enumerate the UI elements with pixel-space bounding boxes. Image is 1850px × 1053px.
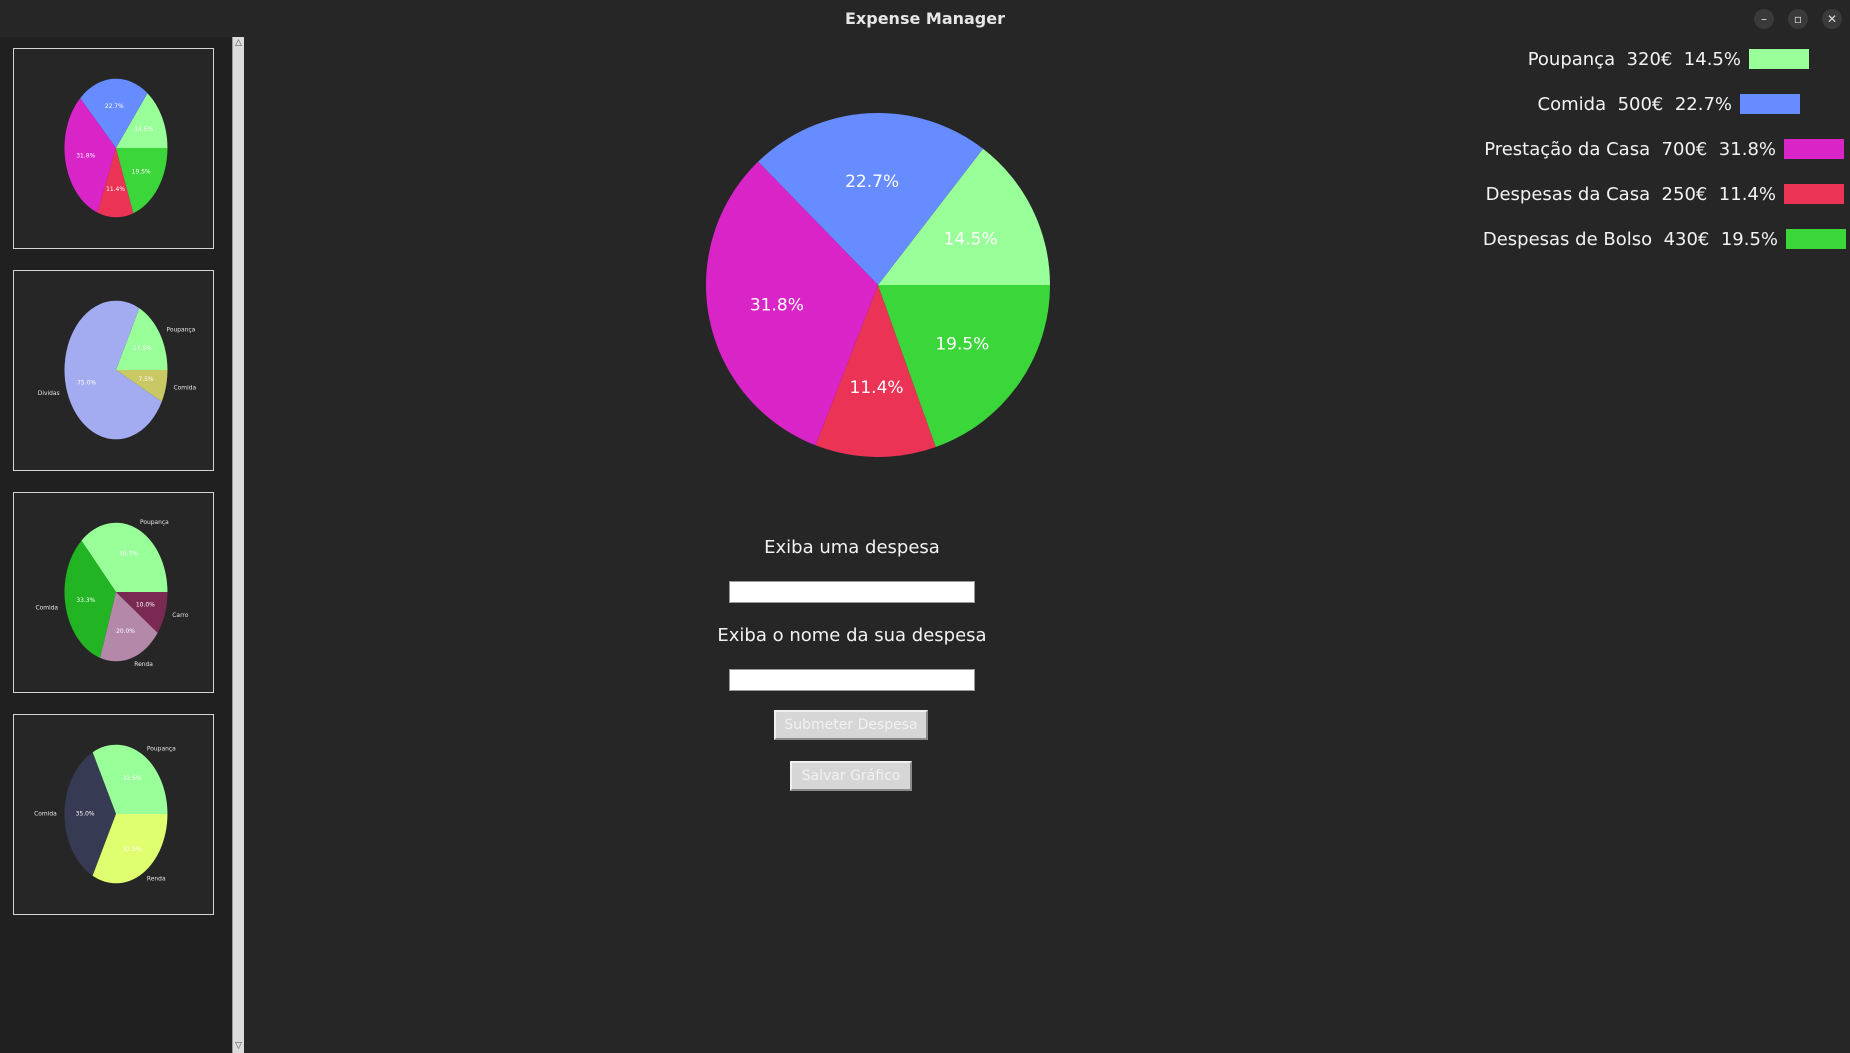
pie-category-label: Renda	[147, 876, 166, 883]
thumbnail-pie-4: 32.5% Poupança 35.0% Comida 32.5% Renda	[34, 744, 176, 884]
pie-category-label: Poupança	[147, 746, 176, 753]
amount-label: Exiba uma despesa	[764, 537, 940, 558]
pie-percent-label: 11.4%	[106, 186, 125, 193]
save-chart-button[interactable]: Salvar Gráfico	[790, 761, 912, 791]
pie-category-label: Renda	[134, 661, 153, 668]
legend-swatch	[1786, 229, 1846, 249]
legend-swatch	[1784, 184, 1844, 204]
scroll-down-arrow-icon[interactable]: ▽	[233, 1041, 244, 1052]
legend-item: Despesas de Bolso 430€ 19.5%	[1483, 228, 1846, 250]
pie-percent-label: 22.7%	[845, 172, 899, 192]
window-title: Expense Manager	[845, 9, 1005, 28]
legend-item-label: Despesas da Casa 250€ 11.4%	[1485, 183, 1776, 205]
legend-item-label: Poupança 320€ 14.5%	[1527, 48, 1741, 70]
pie-category-label: Comida	[35, 604, 58, 611]
legend-swatch	[1749, 49, 1809, 69]
name-label: Exiba o nome da sua despesa	[717, 625, 987, 646]
amount-input[interactable]	[729, 581, 975, 603]
pie-percent-label: 31.8%	[750, 295, 804, 315]
pie-category-label: Comida	[34, 811, 57, 818]
thumbnail-pie-3: 36.7% Poupança 33.3% Comida 20.0% Renda 10.0% C…	[35, 519, 188, 668]
pie-percent-label: 17.5%	[133, 345, 152, 352]
pie-percent-label: 7.5%	[138, 376, 153, 383]
pie-category-label: Comida	[174, 384, 197, 391]
pie-percent-label: 22.7%	[105, 103, 124, 110]
pie-percent-label: 33.3%	[76, 597, 95, 604]
legend-item: Despesas da Casa 250€ 11.4%	[1486, 183, 1844, 205]
thumbnail-chart-4[interactable]: 32.5% Poupança 35.0% Comida 32.5% Renda	[13, 714, 214, 915]
scroll-up-arrow-icon[interactable]: △	[233, 38, 244, 49]
thumbnail-pie-2: 17.5% Poupança 75.0% Dividas 7.5% Comida	[38, 300, 197, 440]
legend-panel: Poupança 320€ 14.5% Comida 500€ 22.7% Pr…	[1460, 37, 1850, 1053]
pie-category-label: Carro	[172, 612, 188, 619]
pie-percent-label: 32.5%	[123, 846, 142, 853]
submit-expense-button[interactable]: Submeter Despesa	[774, 710, 928, 740]
pie-category-label: Dividas	[38, 390, 60, 397]
sidebar-scrollbar[interactable]: △ ▽	[232, 37, 244, 1053]
thumbnail-chart-3[interactable]: 36.7% Poupança 33.3% Comida 20.0% Renda 10.0% C…	[13, 492, 214, 693]
legend-item-label: Despesas de Bolso 430€ 19.5%	[1482, 228, 1778, 250]
legend-item: Poupança 320€ 14.5%	[1528, 48, 1809, 70]
expense-pie-chart: 14.5% 22.7% 31.8% 11.4% 19.5%	[706, 112, 1050, 457]
legend-swatch	[1784, 139, 1844, 159]
legend-swatch	[1740, 94, 1800, 114]
minimize-icon[interactable]: –	[1754, 9, 1774, 29]
legend-item: Prestação da Casa 700€ 31.8%	[1484, 138, 1844, 160]
pie-percent-label: 14.5%	[134, 126, 153, 133]
pie-percent-label: 11.4%	[850, 378, 904, 398]
pie-percent-label: 36.7%	[119, 551, 138, 558]
legend-item-label: Comida 500€ 22.7%	[1537, 93, 1732, 115]
pie-percent-label: 19.5%	[132, 168, 151, 175]
pie-percent-label: 14.5%	[944, 229, 998, 249]
pie-percent-label: 31.8%	[76, 153, 95, 160]
legend-item: Comida 500€ 22.7%	[1538, 93, 1800, 115]
pie-percent-label: 32.5%	[123, 775, 142, 782]
pie-percent-label: 75.0%	[77, 379, 96, 386]
thumbnail-pie-1: 14.5% 22.7% 31.8% 11.4% 19.5%	[64, 78, 168, 218]
maximize-icon[interactable]: ▫	[1788, 9, 1808, 29]
thumbnail-chart-2[interactable]: 17.5% Poupança 75.0% Dividas 7.5% Comida	[13, 270, 214, 471]
title-bar: Expense Manager – ▫ ✕	[0, 0, 1850, 38]
main-panel: 14.5% 22.7% 31.8% 11.4% 19.5% Exiba uma desp…	[244, 37, 1460, 1053]
pie-percent-label: 35.0%	[76, 811, 95, 818]
pie-category-label: Poupança	[140, 519, 169, 526]
legend-item-label: Prestação da Casa 700€ 31.8%	[1484, 138, 1776, 160]
thumbnail-sidebar: 14.5% 22.7% 31.8% 11.4% 19.5% 17.5% Poupança 7…	[0, 37, 232, 1053]
close-icon[interactable]: ✕	[1822, 9, 1842, 29]
pie-category-label: Poupança	[166, 327, 195, 334]
pie-percent-label: 10.0%	[136, 601, 155, 608]
pie-percent-label: 20.0%	[116, 628, 135, 635]
pie-percent-label: 19.5%	[935, 334, 989, 354]
name-input[interactable]	[729, 669, 975, 691]
thumbnail-chart-1[interactable]: 14.5% 22.7% 31.8% 11.4% 19.5%	[13, 48, 214, 249]
